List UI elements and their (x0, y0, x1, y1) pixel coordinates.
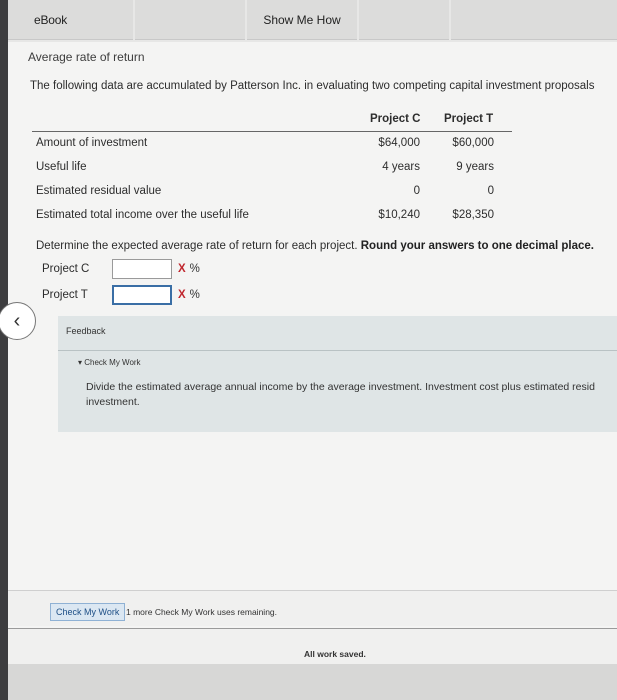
check-my-work-heading: Check My Work (84, 358, 141, 367)
tab-empty-2 (359, 0, 449, 40)
cell-project-t: $60,000 (452, 137, 494, 149)
answer-row-project-t: Project T X % (42, 284, 200, 306)
cell-project-t: 0 (487, 185, 494, 197)
feedback-title: Feedback (66, 326, 106, 336)
table-header: Project C Project T (32, 110, 512, 132)
question-text: Determine the expected average rate of r… (36, 240, 594, 252)
back-arrow-button[interactable]: ‹ (0, 302, 36, 340)
incorrect-mark-icon: X (178, 263, 186, 275)
tab-show-me-how[interactable]: Show Me How (247, 0, 357, 40)
table-row: Amount of investment $64,000 $60,000 (32, 132, 512, 156)
attempts-remaining: 1 more Check My Work uses remaining. (126, 607, 278, 617)
tab-ebook-label: eBook (34, 12, 68, 27)
percent-unit: % (189, 263, 200, 275)
cell-project-c: $10,240 (378, 209, 420, 221)
header-project-c: Project C (370, 113, 421, 125)
page-title: Average rate of return (28, 50, 145, 64)
check-my-work-button[interactable]: Check My Work (50, 603, 126, 621)
bottom-strip (8, 664, 617, 700)
table-row: Estimated total income over the useful l… (32, 204, 512, 228)
chevron-left-icon: ‹ (13, 309, 21, 332)
triangle-down-icon: ▾ (78, 358, 83, 367)
feedback-divider (58, 350, 617, 351)
answer-label: Project T (42, 289, 88, 301)
row-label: Amount of investment (36, 137, 148, 149)
row-label: Estimated residual value (36, 185, 162, 197)
tab-ebook[interactable]: eBook (8, 0, 133, 40)
answer-label: Project C (42, 263, 90, 275)
table-row: Estimated residual value 0 0 (32, 180, 512, 204)
cell-project-c: 0 (413, 185, 420, 197)
check-my-work-toggle[interactable]: ▾ Check My Work (78, 358, 141, 367)
data-table: Project C Project T Amount of investment… (32, 110, 512, 228)
table-row: Useful life 4 years 9 years (32, 156, 512, 180)
percent-unit: % (189, 289, 200, 301)
tab-empty-1 (135, 0, 245, 40)
cell-project-t: 9 years (456, 161, 494, 173)
question-bold: Round your answers to one decimal place. (360, 240, 595, 252)
project-c-input[interactable] (112, 259, 172, 279)
tab-show-me-how-label: Show Me How (263, 12, 341, 27)
row-label: Useful life (36, 161, 87, 173)
top-tab-bar: eBook Show Me How (8, 0, 617, 42)
problem-intro: The following data are accumulated by Pa… (30, 80, 595, 92)
feedback-panel: Feedback ▾ Check My Work Divide the esti… (58, 316, 617, 432)
cell-project-t: $28,350 (452, 209, 494, 221)
cell-project-c: $64,000 (378, 137, 420, 149)
save-status: All work saved. (304, 649, 366, 659)
incorrect-mark-icon: X (178, 289, 186, 301)
tab-empty-3 (451, 0, 617, 40)
cell-project-c: 4 years (382, 161, 420, 173)
project-t-input[interactable] (112, 285, 172, 305)
row-label: Estimated total income over the useful l… (36, 209, 249, 221)
answer-row-project-c: Project C X % (42, 258, 200, 280)
status-bar: All work saved. (8, 628, 617, 664)
feedback-hint: Divide the estimated average annual inco… (86, 381, 595, 408)
check-work-bar: Check My Work 1 more Check My Work uses … (8, 590, 617, 626)
assignment-screen: eBook Show Me How Average rate of return… (0, 0, 617, 700)
question-plain: Determine the expected average rate of r… (36, 240, 361, 252)
header-project-t: Project T (444, 113, 494, 125)
